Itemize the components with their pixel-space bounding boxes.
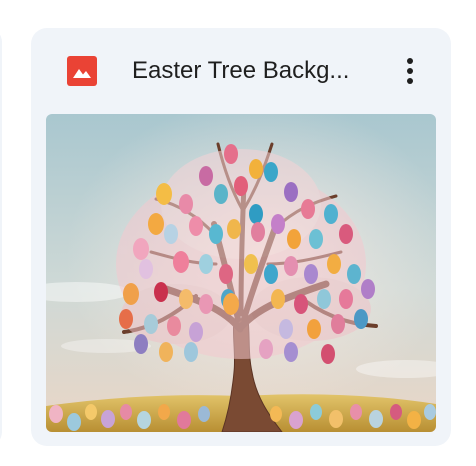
easter-tree-thumbnail [46, 114, 436, 432]
image-thumbnail[interactable] [46, 114, 436, 432]
file-title[interactable]: Easter Tree Backg... [132, 54, 378, 88]
previous-file-card-edge[interactable] [0, 28, 2, 446]
more-vert-icon [407, 58, 413, 84]
file-card-header: Easter Tree Backg... [31, 28, 451, 114]
file-card[interactable]: Easter Tree Backg... [31, 28, 451, 446]
image-file-icon [67, 56, 97, 86]
drive-grid: Easter Tree Backg... [0, 0, 476, 466]
more-actions-button[interactable] [395, 51, 425, 91]
